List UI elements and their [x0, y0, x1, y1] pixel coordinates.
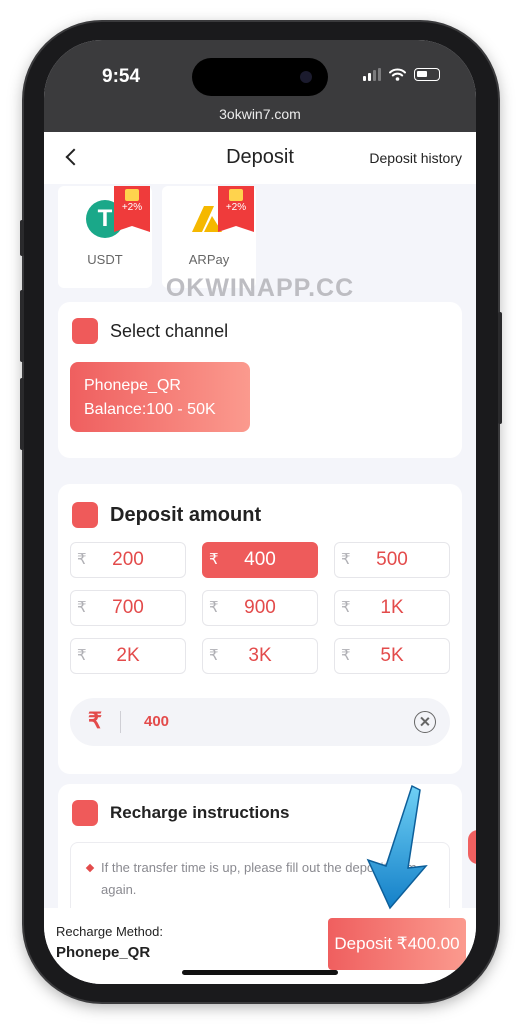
amount-option-2k[interactable]: ₹2K [70, 638, 186, 674]
gift-icon [125, 189, 139, 201]
amount-option-900[interactable]: ₹900 [202, 590, 318, 626]
deposit-button[interactable]: Deposit ₹400.00 [328, 918, 466, 970]
volume-down-button [20, 378, 24, 450]
battery-icon [414, 68, 440, 81]
amount-option-5k[interactable]: ₹5K [334, 638, 450, 674]
status-bar: 9:54 3okwin7.com [44, 40, 476, 132]
deposit-history-link[interactable]: Deposit history [369, 150, 462, 166]
camera-icon [300, 71, 312, 83]
wallet-icon [72, 502, 98, 528]
amount-option-3k[interactable]: ₹3K [202, 638, 318, 674]
card-header: Select channel [72, 318, 228, 344]
home-indicator[interactable] [182, 970, 338, 975]
status-icons [363, 68, 440, 81]
deposit-amount-card: Deposit amount ₹200 ₹400 ₹500 ₹700 ₹900 … [58, 484, 462, 774]
section-title: Select channel [110, 320, 229, 341]
recharge-method-value: Phonepe_QR [56, 944, 151, 961]
amount-option-200[interactable]: ₹200 [70, 542, 186, 578]
channel-balance: Balance:100 - 50K [84, 401, 216, 418]
method-arpay[interactable]: +2% ARPay [162, 186, 256, 288]
gift-icon [229, 189, 243, 201]
method-usdt[interactable]: T +2% USDT [58, 186, 152, 288]
nav-bar: Deposit Deposit history [44, 132, 476, 184]
amount-input[interactable]: ₹ 400 [70, 698, 450, 746]
method-label: ARPay [188, 252, 230, 267]
section-title: Recharge instructions [110, 803, 290, 822]
clear-icon[interactable] [414, 711, 436, 733]
dynamic-island [192, 58, 328, 96]
amount-option-1k[interactable]: ₹1K [334, 590, 450, 626]
power-button [498, 312, 502, 424]
arrow-pointer-icon [366, 784, 428, 910]
card-header: Deposit amount [72, 502, 261, 528]
amount-option-500[interactable]: ₹500 [334, 542, 450, 578]
phone-screen: 9:54 3okwin7.com Deposit Deposit history… [44, 40, 476, 984]
select-channel-card: Select channel Phonepe_QR Balance:100 - … [58, 302, 462, 458]
status-time: 9:54 [102, 66, 141, 87]
bonus-badge: +2% [218, 186, 254, 232]
section-title: Deposit amount [110, 503, 262, 526]
channel-option-phonepe[interactable]: Phonepe_QR Balance:100 - 50K [70, 362, 250, 432]
watermark: OKWINAPP.CC [165, 274, 355, 302]
recharge-method-label: Recharge Method: [56, 924, 163, 939]
bonus-badge: +2% [114, 186, 150, 232]
amount-value[interactable]: 400 [144, 713, 169, 730]
payment-methods: T +2% USDT +2% ARPay [58, 186, 256, 288]
book-icon [72, 800, 98, 826]
amount-options: ₹200 ₹400 ₹500 ₹700 ₹900 ₹1K ₹2K ₹3K ₹5K [70, 542, 450, 674]
channel-name: Phonepe_QR [84, 377, 181, 394]
card-header: Recharge instructions [72, 800, 290, 826]
divider [120, 711, 121, 733]
signal-icon [363, 68, 381, 81]
volume-up-button [20, 290, 24, 362]
mute-switch [20, 220, 24, 256]
channel-icon [72, 318, 98, 344]
method-label: USDT [87, 252, 123, 267]
side-float-button[interactable] [468, 830, 476, 864]
wifi-icon [389, 68, 406, 81]
amount-option-400[interactable]: ₹400 [202, 542, 318, 578]
bullet-icon [85, 863, 95, 873]
rupee-icon: ₹ [88, 708, 102, 733]
amount-option-700[interactable]: ₹700 [70, 590, 186, 626]
url-bar[interactable]: 3okwin7.com [44, 106, 476, 122]
